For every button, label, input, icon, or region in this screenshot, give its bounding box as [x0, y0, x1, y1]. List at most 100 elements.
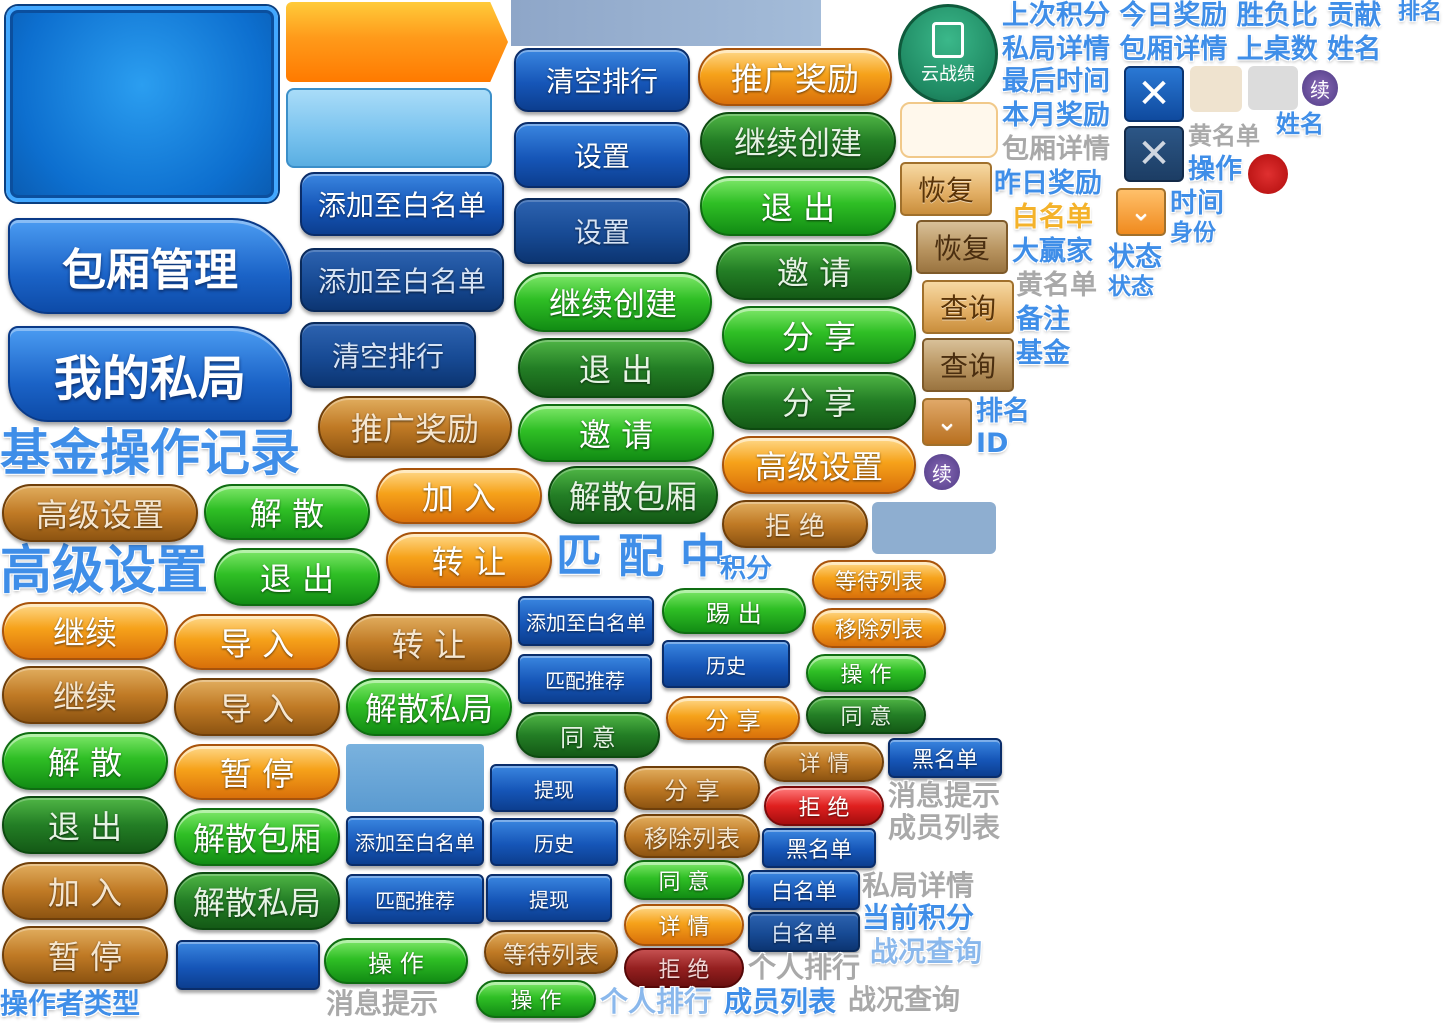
clear-rank-button[interactable]: 清空排行 — [514, 48, 690, 112]
dropdown-button[interactable]: ⌄ — [922, 398, 972, 446]
orange-tab-bar[interactable] — [286, 2, 508, 82]
label-top-row-2: 私局详情 包厢详情 上桌数 姓名 — [1002, 34, 1382, 65]
reject-button[interactable]: 拒 绝 — [764, 786, 884, 826]
match-recommend-button[interactable]: 匹配推荐 — [518, 654, 652, 704]
continue-button[interactable]: 继续 — [2, 666, 168, 724]
advanced-settings-button[interactable]: 高级设置 — [2, 484, 198, 542]
settings-button[interactable]: 设置 — [514, 198, 690, 264]
dissolve-private-button[interactable]: 解散私局 — [174, 872, 340, 930]
dissolve-room-button[interactable]: 解散包厢 — [548, 466, 718, 524]
label-note: 备注 — [1016, 304, 1070, 335]
label-member-list: 成员列表 — [888, 811, 1001, 844]
clear-rank-button[interactable]: 清空排行 — [300, 322, 476, 388]
dissolve-button[interactable]: 解 散 — [2, 732, 168, 790]
remove-list-button[interactable]: 移除列表 — [624, 814, 760, 858]
input-box[interactable] — [900, 102, 998, 158]
agree-button[interactable]: 同 意 — [624, 860, 744, 900]
promo-reward-button[interactable]: 推广奖励 — [698, 48, 892, 106]
promo-reward-button[interactable]: 推广奖励 — [318, 396, 512, 458]
label-time: 时间 — [1170, 188, 1224, 219]
detail-button[interactable]: 详 情 — [764, 742, 884, 782]
pause-button[interactable]: 暂 停 — [174, 744, 340, 800]
whitelist-button[interactable]: 白名单 — [748, 912, 860, 952]
chevron-down-icon: ⌄ — [936, 407, 958, 437]
join-button[interactable]: 加 入 — [2, 862, 168, 920]
operate-button[interactable]: 操 作 — [806, 654, 926, 692]
invite-button[interactable]: 邀 请 — [518, 404, 714, 462]
label-personal-rank: 个人排行 — [600, 985, 713, 1018]
withdraw-button[interactable]: 提现 — [486, 874, 612, 922]
settings-button[interactable]: 设置 — [514, 122, 690, 188]
remove-list-button[interactable]: 移除列表 — [812, 608, 946, 648]
kick-button[interactable]: 踢 出 — [662, 588, 806, 634]
pause-button[interactable]: 暂 停 — [2, 926, 168, 984]
query-button[interactable]: 查询 — [922, 338, 1014, 392]
share-button[interactable]: 分 享 — [722, 372, 916, 430]
dissolve-room-button[interactable]: 解散包厢 — [174, 808, 340, 866]
label-private-detail: 私局详情 — [862, 869, 975, 902]
reject-button[interactable]: 拒 绝 — [624, 948, 744, 988]
banner-my-private[interactable]: 我的私局 — [8, 326, 292, 422]
exit-button[interactable]: 退 出 — [518, 338, 714, 398]
reject-button[interactable]: 拒 绝 — [722, 500, 868, 548]
share-button[interactable]: 分 享 — [666, 696, 800, 740]
whitelist-button[interactable]: 白名单 — [748, 870, 860, 910]
agree-button[interactable]: 同 意 — [516, 712, 660, 758]
whitelist-add-button[interactable]: 添加至白名单 — [300, 248, 504, 312]
label-personal-rank: 个人排行 — [748, 951, 861, 984]
exit-button[interactable]: 退 出 — [214, 548, 380, 606]
dropdown-button[interactable]: ⌄ — [1116, 188, 1166, 236]
import-button[interactable]: 导 入 — [174, 614, 340, 670]
label-points: 积分 — [720, 554, 773, 584]
dissolve-private-button[interactable]: 解散私局 — [346, 678, 512, 736]
blacklist-button[interactable]: 黑名单 — [762, 828, 876, 868]
banner-room-manage[interactable]: 包厢管理 — [8, 218, 292, 314]
invite-button[interactable]: 邀 请 — [716, 242, 912, 300]
transfer-button[interactable]: 转 让 — [346, 614, 512, 672]
share-button[interactable]: 分 享 — [722, 306, 916, 364]
whitelist-add-button[interactable]: 添加至白名单 — [346, 816, 484, 866]
label-room-detail: 包厢详情 — [1002, 134, 1110, 165]
label-current-points: 当前积分 — [862, 901, 975, 934]
title-advanced: 高级设置 — [0, 541, 209, 601]
exit-button[interactable]: 退 出 — [2, 796, 168, 854]
wait-list-button[interactable]: 等待列表 — [484, 930, 618, 974]
grey-blue-swatch — [872, 502, 996, 554]
close-button[interactable]: ✕ — [1124, 126, 1184, 182]
restore-button[interactable]: 恢复 — [900, 162, 992, 216]
query-button[interactable]: 查询 — [922, 280, 1014, 334]
restore-button[interactable]: 恢复 — [916, 220, 1008, 274]
continue-create-button[interactable]: 继续创建 — [700, 112, 896, 170]
grey-swatch — [1248, 66, 1298, 110]
match-recommend-button[interactable]: 匹配推荐 — [346, 874, 484, 924]
detail-button[interactable]: 详 情 — [624, 904, 744, 946]
operate-button[interactable]: 操 作 — [324, 938, 468, 984]
import-button[interactable]: 导 入 — [174, 678, 340, 736]
wait-list-button[interactable]: 等待列表 — [812, 560, 946, 600]
transfer-button[interactable]: 转 让 — [386, 532, 552, 588]
label-battle-query: 战况查询 — [848, 983, 961, 1016]
light-blue-bar[interactable] — [286, 88, 492, 168]
history-button[interactable]: 历史 — [662, 640, 790, 688]
light-blue-swatch — [346, 744, 484, 812]
cloud-record-badge[interactable]: 云战绩 — [898, 4, 998, 104]
history-button[interactable]: 历史 — [490, 818, 618, 866]
blacklist-button[interactable]: 黑名单 — [888, 738, 1002, 778]
whitelist-add-button[interactable]: 添加至白名单 — [300, 172, 504, 236]
share-button[interactable]: 分 享 — [624, 766, 760, 810]
continue-create-button[interactable]: 继续创建 — [514, 272, 712, 332]
title-matching: 匹 配 中 — [556, 529, 727, 583]
join-button[interactable]: 加 入 — [376, 468, 542, 524]
whitelist-add-button[interactable]: 添加至白名单 — [518, 596, 654, 646]
operate-button[interactable]: 操 作 — [476, 980, 596, 1018]
dissolve-button[interactable]: 解 散 — [204, 484, 370, 540]
title-operator-type: 操作者类型 — [0, 987, 141, 1020]
advanced-settings-button[interactable]: 高级设置 — [722, 436, 916, 494]
withdraw-button[interactable]: 提现 — [490, 764, 618, 812]
blank-blue-button[interactable] — [176, 940, 320, 990]
close-button[interactable]: ✕ — [1124, 66, 1184, 122]
exit-button[interactable]: 退 出 — [700, 176, 896, 236]
continue-button[interactable]: 继续 — [2, 602, 168, 660]
agree-button[interactable]: 同 意 — [806, 696, 926, 734]
blue-panel — [6, 6, 278, 202]
